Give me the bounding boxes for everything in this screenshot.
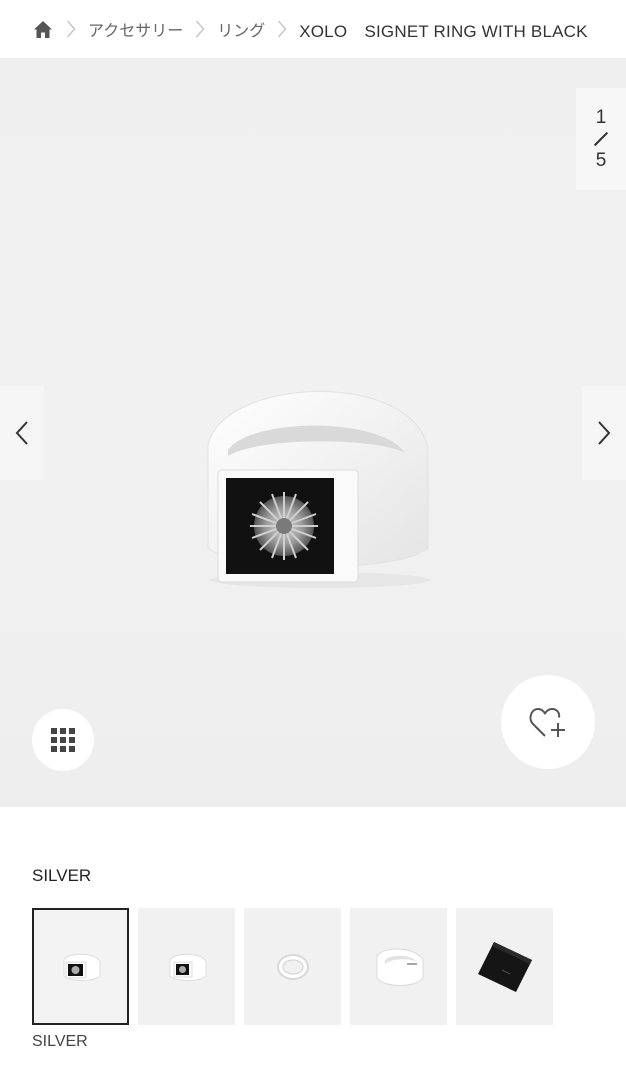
thumbnail-ring-front: [63, 953, 100, 981]
image-counter-current: 1: [595, 107, 607, 128]
color-thumbnail-list: [32, 908, 553, 1025]
breadcrumb-item-ring[interactable]: リング: [217, 17, 265, 41]
product-image-ring: [180, 358, 450, 603]
chevron-left-icon: [15, 421, 28, 445]
breadcrumb: アクセサリー リング XOLO SIGNET RING WITH BLACK: [0, 0, 626, 58]
thumbnail-2[interactable]: [138, 908, 235, 1025]
chevron-right-icon: [598, 421, 611, 445]
thumbnail-1[interactable]: [32, 908, 129, 1025]
chevron-right-icon: [58, 20, 84, 38]
heart-plus-icon: [529, 708, 565, 737]
thumbnail-ring-angle: [169, 953, 206, 981]
image-counter-total: 5: [595, 150, 607, 171]
thumbnail-4[interactable]: [350, 908, 447, 1025]
color-title: SILVER: [32, 866, 92, 885]
thumbnail-ring-side: [276, 953, 309, 980]
counter-divider: [593, 131, 609, 147]
next-image-button[interactable]: [582, 386, 626, 480]
grid-icon: [51, 728, 75, 752]
breadcrumb-current: XOLO SIGNET RING WITH BLACK: [299, 21, 588, 41]
chevron-right-icon: [269, 20, 295, 38]
image-counter: 1 5: [576, 88, 626, 190]
thumbnail-pouch: [477, 941, 532, 992]
grid-view-button[interactable]: [32, 709, 94, 771]
home-icon[interactable]: [32, 18, 54, 40]
add-to-favorites-button[interactable]: [501, 675, 595, 769]
thumbnail-ring-top: [376, 948, 423, 986]
product-image-gallery[interactable]: 1 5: [0, 58, 626, 807]
breadcrumb-item-accessories[interactable]: アクセサリー: [88, 17, 183, 41]
previous-image-button[interactable]: [0, 386, 44, 480]
selected-color-label: SILVER: [32, 1033, 88, 1050]
chevron-right-icon: [187, 20, 213, 38]
thumbnail-5[interactable]: [456, 908, 553, 1025]
thumbnail-3[interactable]: [244, 908, 341, 1025]
